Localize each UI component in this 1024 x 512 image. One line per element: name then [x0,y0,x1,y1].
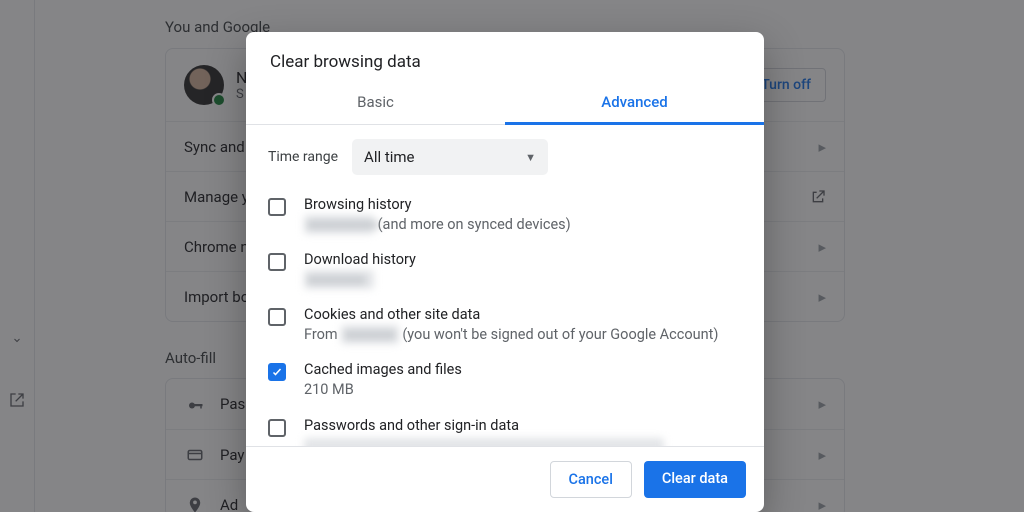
dialog-tabs: Basic Advanced [246,82,764,125]
cancel-button[interactable]: Cancel [550,461,632,498]
checkbox[interactable] [268,363,286,381]
tab-advanced[interactable]: Advanced [505,82,764,124]
item-sub: 210 MB [304,380,462,400]
item-cached[interactable]: Cached images and files 210 MB [246,352,764,407]
time-range-label: Time range [268,149,338,165]
dialog-title: Clear browsing data [246,32,764,82]
tab-basic[interactable]: Basic [246,82,505,124]
item-sub: xxxxxxxxxx (and more on synced devices) [304,215,571,235]
time-range-select[interactable]: All time ▼ [352,139,548,175]
item-browsing-history[interactable]: Browsing history xxxxxxxxxx (and more on… [246,187,764,242]
item-title: Browsing history [304,195,571,215]
item-title: Cached images and files [304,360,462,380]
checkbox[interactable] [268,308,286,326]
item-sub: From xxxxxxx (you won't be signed out of… [304,325,718,345]
item-title: Passwords and other sign-in data [304,416,664,436]
clear-browsing-data-dialog: Clear browsing data Basic Advanced Time … [246,32,764,512]
time-range-value: All time [364,148,414,166]
item-title: Download history [304,250,416,270]
checkbox[interactable] [268,198,286,216]
item-sub: xxxxxxxx [304,270,416,290]
item-sub [304,438,664,446]
item-download-history[interactable]: Download history xxxxxxxx [246,242,764,297]
item-passwords[interactable]: Passwords and other sign-in data [246,408,764,447]
chevron-down-icon: ▼ [525,151,536,164]
checkbox[interactable] [268,253,286,271]
item-title: Cookies and other site data [304,305,718,325]
clear-data-button[interactable]: Clear data [644,461,746,498]
time-range-row: Time range All time ▼ [246,125,764,181]
checkbox[interactable] [268,419,286,437]
data-types-list: Browsing history xxxxxxxxxx (and more on… [246,181,764,446]
item-cookies[interactable]: Cookies and other site data From xxxxxxx… [246,297,764,352]
dialog-footer: Cancel Clear data [246,446,764,512]
